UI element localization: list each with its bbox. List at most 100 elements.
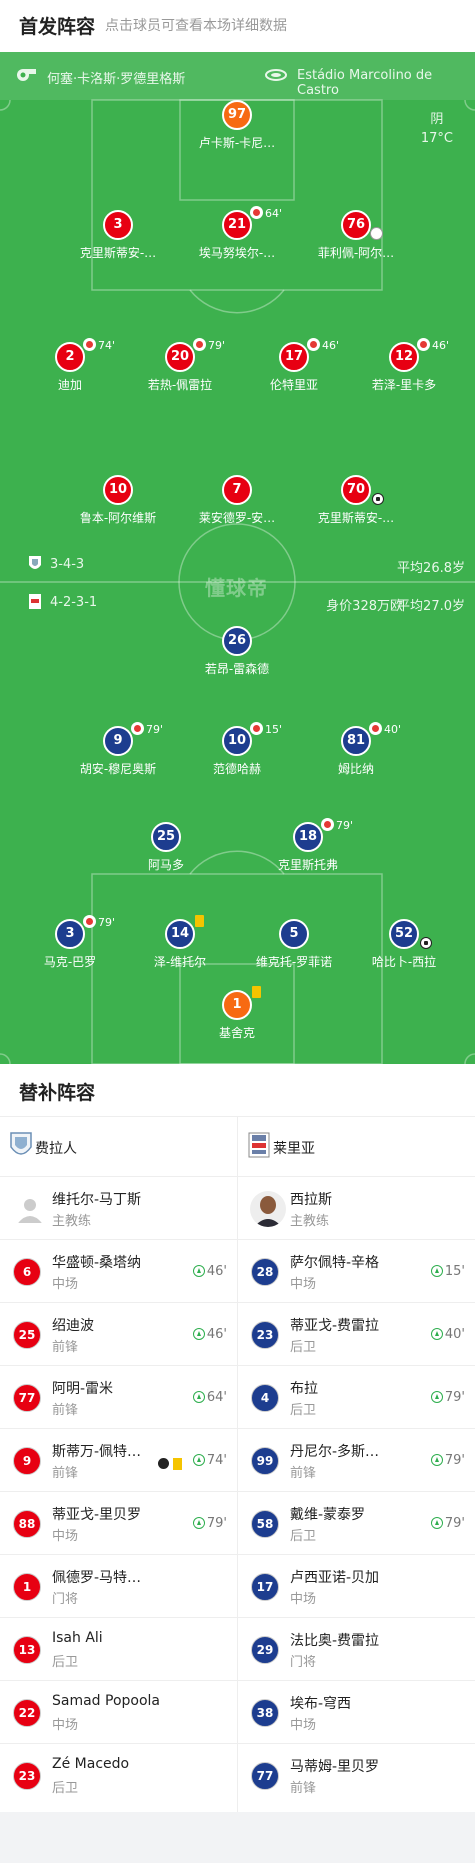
away-coach[interactable]: 西拉斯 主教练 [238, 1177, 475, 1240]
player-name: 卢西亚诺-贝加 [290, 1570, 380, 1586]
bench-player-row[interactable]: 58 戴维-蒙泰罗 后卫 79' [238, 1492, 475, 1555]
home-player-7[interactable]: 7 莱安德罗-安… [177, 475, 297, 526]
sub-on-icon [430, 1391, 443, 1403]
own-goal-icon [370, 227, 383, 240]
home-player-10[interactable]: 10 鲁本-阿尔维斯 [58, 475, 178, 526]
home-team-logo-icon [10, 1132, 32, 1155]
player-position: 门将 [290, 1655, 317, 1670]
player-number: 76 [341, 210, 371, 240]
away-player-18[interactable]: 79' 18 克里斯托弗 [248, 818, 368, 873]
away-player-1[interactable]: 1 基舍克 [177, 986, 297, 1041]
bench-player-row[interactable]: 13 Isah Ali 后卫 [0, 1618, 237, 1681]
player-number: 70 [341, 475, 371, 505]
coach-name: 维托尔-马丁斯 [52, 1192, 142, 1208]
away-player-5[interactable]: 5 维克托-罗菲诺 [234, 919, 354, 970]
home-bench: 费拉人 维托尔-马丁斯 主教练 6 华盛顿-桑塔纳 中场 46' 25 绍迪波 … [0, 1117, 237, 1807]
lineup-title: 首发阵容 [19, 16, 96, 38]
player-number: 2 [55, 342, 85, 372]
player-name: Isah Ali [52, 1630, 103, 1646]
player-number: 9 [13, 1447, 41, 1475]
bench-player-row[interactable]: 9 斯蒂万-佩特… 前锋 74' [0, 1429, 237, 1492]
away-player-52[interactable]: 52 哈比卜-西拉 [344, 919, 464, 970]
sub-on-time: 79' [430, 1453, 465, 1468]
player-name: 克里斯托弗 [277, 858, 338, 872]
away-bench-team[interactable]: 莱里亚 [238, 1117, 475, 1177]
bench-player-row[interactable]: 4 布拉 后卫 79' [238, 1366, 475, 1429]
away-player-25[interactable]: 25 阿马多 [106, 822, 226, 873]
home-player-2[interactable]: 74' 2 迪加 [10, 338, 130, 393]
bench-player-row[interactable]: 22 Samad Popoola 中场 [0, 1681, 237, 1744]
home-formation: 3-4-3 [50, 557, 85, 572]
player-number: 25 [13, 1321, 41, 1349]
away-player-9[interactable]: 79' 9 胡安-穆尼奥斯 [58, 722, 178, 777]
lineup-page: 首发阵容 点击球员可查看本场详细数据 何塞·卡洛斯·罗德里格斯 Estádio … [0, 0, 475, 1863]
yellow-card-icon [195, 915, 204, 927]
sub-on-time: 15' [430, 1264, 465, 1279]
home-player-76[interactable]: 76 菲利佩-阿尔… [296, 210, 416, 261]
bench-player-row[interactable]: 77 马蒂姆-里贝罗 前锋 [238, 1744, 475, 1807]
watermark-logo: 懂球帝 [205, 576, 268, 600]
player-name: 阿明-雷米 [52, 1381, 114, 1397]
away-player-26[interactable]: 26 若昂-雷森德 [177, 626, 297, 677]
temperature: 17°C [420, 131, 453, 146]
substitution-off-marker: 40' [369, 722, 401, 736]
bench-player-row[interactable]: 99 丹尼尔-多斯… 前锋 79' [238, 1429, 475, 1492]
player-name: 基舍克 [218, 1026, 255, 1040]
player-name: 布拉 [290, 1381, 318, 1397]
home-player-3[interactable]: 3 克里斯蒂安-… [58, 210, 178, 261]
bench-player-row[interactable]: 6 华盛顿-桑塔纳 中场 46' [0, 1240, 237, 1303]
home-player-21[interactable]: 64' 21 埃马努埃尔-… [177, 206, 297, 261]
player-number: 97 [222, 100, 252, 130]
player-number: 1 [13, 1573, 41, 1601]
bench-player-row[interactable]: 25 绍迪波 前锋 46' [0, 1303, 237, 1366]
home-coach[interactable]: 维托尔-马丁斯 主教练 [0, 1177, 237, 1240]
substitution-off-marker: 46' [307, 338, 339, 352]
home-player-97[interactable]: 97 卢卡斯-卡尼… [177, 100, 297, 151]
coach-role: 主教练 [52, 1214, 92, 1229]
bench-player-row[interactable]: 77 阿明-雷米 前锋 64' [0, 1366, 237, 1429]
player-name: 鲁本-阿尔维斯 [79, 511, 157, 525]
bench-player-row[interactable]: 17 卢西亚诺-贝加 中场 [238, 1555, 475, 1618]
bench-player-row[interactable]: 38 埃布-穹西 中场 [238, 1681, 475, 1744]
substitution-off-marker: 46' [417, 338, 449, 352]
team-name: 莱里亚 [273, 1141, 315, 1157]
bench-player-row[interactable]: 88 蒂亚戈-里贝罗 中场 79' [0, 1492, 237, 1555]
away-player-10[interactable]: 15' 10 范德哈赫 [177, 722, 297, 777]
away-market-value: 身价328万欧 [326, 599, 403, 614]
coach-photo-icon [250, 1191, 286, 1227]
coach-avatar-icon [18, 1199, 42, 1223]
away-crest-icon [29, 594, 41, 609]
away-player-81[interactable]: 40' 81 姆比纳 [296, 722, 416, 777]
player-number: 5 [279, 919, 309, 949]
bench-player-row[interactable]: 28 萨尔佩特-辛格 中场 15' [238, 1240, 475, 1303]
lineup-subtitle: 点击球员可查看本场详细数据 [105, 18, 287, 34]
player-name: 佩德罗-马特… [52, 1570, 142, 1586]
goal-ball-icon [158, 1458, 169, 1469]
player-number: 28 [251, 1258, 279, 1286]
player-number: 77 [251, 1762, 279, 1790]
player-number: 52 [389, 919, 419, 949]
bench-player-row[interactable]: 23 蒂亚戈-费雷拉 后卫 40' [238, 1303, 475, 1366]
sub-on-time: 46' [192, 1264, 227, 1279]
home-player-12[interactable]: 46' 12 若泽-里卡多 [344, 338, 464, 393]
bench-player-row[interactable]: 23 Zé Macedo 后卫 [0, 1744, 237, 1807]
away-player-3[interactable]: 79' 3 马克-巴罗 [10, 915, 130, 970]
player-number: 18 [293, 822, 323, 852]
bench-player-row[interactable]: 1 佩德罗-马特… 门将 [0, 1555, 237, 1618]
home-player-17[interactable]: 46' 17 伦特里亚 [234, 338, 354, 393]
sub-off-icon [417, 338, 430, 351]
player-position: 后卫 [52, 1781, 79, 1796]
away-player-14[interactable]: 14 泽-维托尔 [120, 915, 240, 970]
away-avg-age: 平均27.0岁 [397, 599, 465, 614]
bench-player-row[interactable]: 29 法比奥-费雷拉 门将 [238, 1618, 475, 1681]
player-number: 17 [279, 342, 309, 372]
home-player-20[interactable]: 79' 20 若热-佩雷拉 [120, 338, 240, 393]
player-name: 哈比卜-西拉 [371, 955, 437, 969]
home-player-70[interactable]: 70 克里斯蒂安-… [296, 475, 416, 526]
sub-on-icon [192, 1454, 205, 1466]
player-position: 前锋 [52, 1340, 79, 1355]
player-position: 门将 [52, 1592, 79, 1607]
player-number: 4 [251, 1384, 279, 1412]
sub-off-icon [193, 338, 206, 351]
home-bench-team[interactable]: 费拉人 [0, 1117, 237, 1177]
